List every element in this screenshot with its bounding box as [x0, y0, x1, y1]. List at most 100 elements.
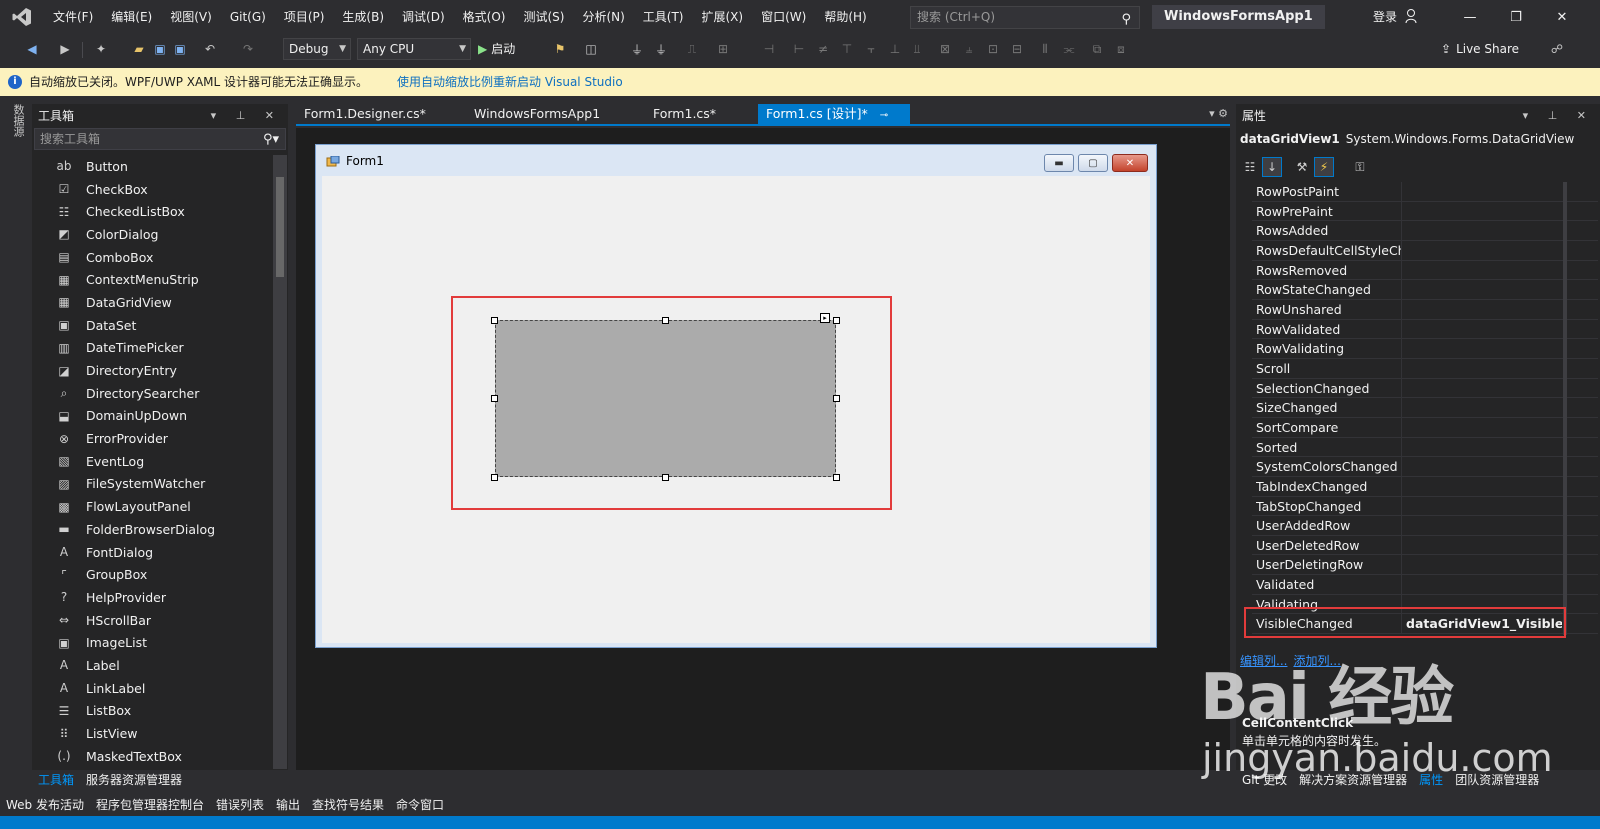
size-to-grid-icon[interactable]: ⊟ [1008, 39, 1026, 59]
side-tab-data-sources[interactable]: 数据源 [8, 104, 26, 140]
hot-reload-icon[interactable]: ⚑ [552, 39, 568, 59]
step-out-icon[interactable]: ⏚ [652, 39, 670, 59]
property-pages-icon[interactable]: ⚿ [1350, 157, 1370, 177]
property-row[interactable]: RowsRemoved [1252, 260, 1598, 281]
toolbox-item[interactable]: ⠿ ListView [32, 722, 272, 745]
toolbox-item[interactable]: ▤ ComboBox [32, 246, 272, 269]
menu-item[interactable]: 帮助(H) [815, 0, 875, 34]
align-tops-icon[interactable]: ⊤ [838, 39, 856, 59]
toolbox-item[interactable]: ◪ DirectoryEntry [32, 359, 272, 382]
minimize-button[interactable]: — [1447, 0, 1493, 34]
resize-handle[interactable] [833, 317, 840, 324]
toolbox-item[interactable]: ab Button [32, 155, 272, 178]
property-row[interactable]: Scroll [1252, 358, 1598, 379]
horizontal-spacing-icon[interactable]: ⫴ [1036, 39, 1054, 59]
toolbox-item[interactable]: ? HelpProvider [32, 586, 272, 609]
property-row[interactable]: SelectionChanged [1252, 378, 1598, 399]
tab-team-explorer[interactable]: 团队资源管理器 [1449, 770, 1545, 790]
property-row[interactable]: UserDeletingRow [1252, 555, 1598, 576]
pin-icon[interactable]: ⊸ [880, 110, 888, 121]
tab-package-manager-console[interactable]: 程序包管理器控制台 [90, 794, 210, 816]
signin-link[interactable]: 登录 [1373, 0, 1397, 34]
toolbox-item[interactable]: ☑ CheckBox [32, 178, 272, 201]
platform-select[interactable]: Any CPU ▼ [357, 38, 471, 60]
categorized-icon[interactable]: ☷ [1240, 157, 1260, 177]
tab-form1-design[interactable]: Form1.cs [设计]* ⊸ ✕ [758, 104, 910, 143]
vertical-spacing-icon[interactable]: ⫘ [1060, 39, 1078, 59]
toolbox-item[interactable]: ▥ DateTimePicker [32, 337, 272, 360]
tab-git-changes[interactable]: Git 更改 [1236, 770, 1293, 790]
menu-item[interactable]: Git(G) [221, 0, 275, 34]
panel-controls[interactable]: ▾ ⊥ ✕ [1523, 104, 1594, 128]
events-icon[interactable]: ⚡ [1314, 157, 1334, 177]
align-height-icon[interactable]: ⫫ [908, 39, 926, 59]
restart-link[interactable]: 使用自动缩放比例重新启动 Visual Studio [397, 68, 623, 96]
toolbox-item[interactable]: ▣ ImageList [32, 631, 272, 654]
toolbox-item[interactable]: ▬ FolderBrowserDialog [32, 518, 272, 541]
browser-link-icon[interactable]: ◫ [582, 39, 600, 59]
resize-handle[interactable] [662, 317, 669, 324]
property-row[interactable]: RowValidating [1252, 339, 1598, 359]
tab-toolbox[interactable]: 工具箱 [32, 770, 80, 790]
toolbox-item[interactable]: A LinkLabel [32, 677, 272, 700]
make-same-width-icon[interactable]: ⊠ [936, 39, 954, 59]
property-row[interactable]: RowStateChanged [1252, 280, 1598, 300]
object-selector[interactable]: dataGridView1 System.Windows.Forms.DataGr… [1240, 132, 1574, 146]
make-same-size-icon[interactable]: ⊡ [984, 39, 1002, 59]
bookmark-icon[interactable]: ⎍ [684, 39, 700, 59]
edit-columns-link[interactable]: 编辑列... [1240, 654, 1287, 668]
toolbox-search-input[interactable]: 搜索工具箱 ⚲▾ [34, 128, 286, 150]
new-project-icon[interactable]: ✦ [92, 39, 110, 59]
tab-error-list[interactable]: 错误列表 [210, 794, 270, 816]
resize-handle[interactable] [491, 474, 498, 481]
toolbox-item[interactable]: ☰ ListBox [32, 700, 272, 723]
tab-windowsformsapp1[interactable]: WindowsFormsApp1 [466, 104, 608, 124]
send-to-back-icon[interactable]: ⧈ [1112, 39, 1130, 59]
scrollbar-thumb[interactable] [276, 177, 284, 277]
property-row[interactable]: RowsAdded [1252, 221, 1598, 241]
toolbox-item[interactable]: A FontDialog [32, 541, 272, 564]
menu-item[interactable]: 格式(O) [454, 0, 515, 34]
add-column-link[interactable]: 添加列... [1293, 654, 1340, 668]
menu-item[interactable]: 窗口(W) [752, 0, 815, 34]
datagridview-control[interactable] [495, 320, 836, 477]
toolbox-item[interactable]: ▦ ContextMenuStrip [32, 268, 272, 291]
menu-item[interactable]: 文件(F) [44, 0, 102, 34]
menu-item[interactable]: 工具(T) [634, 0, 693, 34]
toolbox-item[interactable]: ◩ ColorDialog [32, 223, 272, 246]
back-icon[interactable]: ◀ [24, 39, 40, 59]
toolbox-item[interactable]: ⊗ ErrorProvider [32, 427, 272, 450]
tab-solution-explorer[interactable]: 解决方案资源管理器 [1293, 770, 1413, 790]
toolbox-item[interactable]: ⌕ DirectorySearcher [32, 382, 272, 405]
property-row[interactable]: RowPostPaint [1252, 182, 1598, 202]
toolbox-item[interactable]: ▨ FileSystemWatcher [32, 473, 272, 496]
tab-properties[interactable]: 属性 [1413, 770, 1449, 790]
save-icon[interactable]: ▣ [152, 39, 168, 59]
smart-tag-icon[interactable]: ▸ [820, 313, 830, 323]
step-icon[interactable]: ⏚ [628, 39, 646, 59]
make-same-height-icon[interactable]: ⫨ [960, 39, 978, 59]
menu-item[interactable]: 生成(B) [333, 0, 393, 34]
properties-icon[interactable]: ⚒ [1292, 157, 1312, 177]
tab-form1-cs[interactable]: Form1.cs* [645, 104, 724, 124]
property-row[interactable]: UserAddedRow [1252, 516, 1598, 536]
save-all-icon[interactable]: ▣ [172, 39, 188, 59]
property-row[interactable]: RowPrePaint [1252, 201, 1598, 222]
tab-command-window[interactable]: 命令窗口 [390, 794, 450, 816]
undo-icon[interactable]: ↶ [202, 39, 218, 59]
toolbox-item[interactable]: ☷ CheckedListBox [32, 200, 272, 223]
toolbox-item[interactable]: A Label [32, 654, 272, 677]
redo-icon[interactable]: ↷ [240, 39, 256, 59]
user-icon[interactable] [1405, 8, 1419, 24]
menu-item[interactable]: 视图(V) [161, 0, 221, 34]
toolbox-item[interactable]: ▦ DataGridView [32, 291, 272, 314]
tab-overflow-icon[interactable]: ▾ ⚙ [1209, 104, 1228, 124]
toolbox-item[interactable]: ⌜ GroupBox [32, 563, 272, 586]
property-row[interactable]: SizeChanged [1252, 398, 1598, 418]
property-row[interactable]: RowValidated [1252, 319, 1598, 340]
search-input[interactable]: 搜索 (Ctrl+Q) ⚲ [910, 6, 1140, 29]
property-row[interactable]: SystemColorsChanged [1252, 457, 1598, 477]
toolbox-item[interactable]: ▣ DataSet [32, 314, 272, 337]
tab-form1-designer-cs[interactable]: Form1.Designer.cs* [296, 104, 434, 124]
resize-handle[interactable] [662, 474, 669, 481]
